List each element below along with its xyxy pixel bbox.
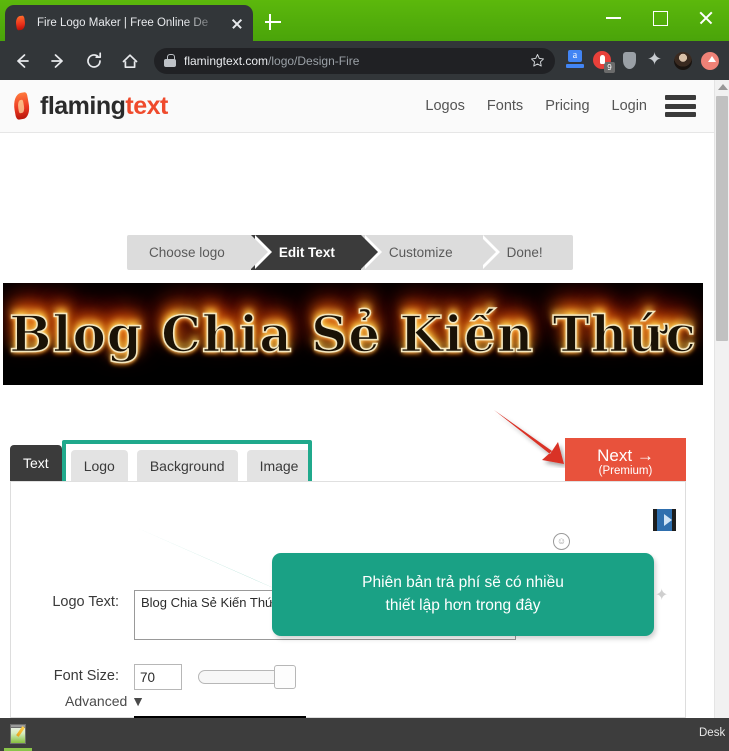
update-menu-icon[interactable] [697, 48, 723, 74]
tab-logo[interactable]: Logo [70, 450, 128, 481]
editor-tabs: Text Logo Background Image [10, 445, 320, 481]
site-logo[interactable]: flamingtext [8, 91, 168, 121]
font-size-row: Font Size: [11, 664, 303, 690]
page-scrollbar[interactable] [714, 80, 729, 718]
lock-icon [164, 54, 176, 67]
forward-arrow-icon [51, 53, 63, 68]
reload-button[interactable] [80, 47, 108, 75]
brand-text-part: text [125, 91, 168, 120]
url-text: flamingtext.com/logo/Design-Fire [184, 54, 524, 68]
video-preview-icon[interactable] [653, 509, 676, 531]
logo-preview-text: Blog Chia Sẻ Kiến Thức [8, 304, 697, 365]
next-button-sublabel: (Premium) [598, 464, 653, 477]
url-domain: flamingtext.com [184, 53, 269, 68]
address-bar[interactable]: flamingtext.com/logo/Design-Fire [154, 47, 555, 74]
next-button-label: Next → [597, 446, 654, 466]
brand-wordmark: flamingtext [40, 92, 168, 121]
nav-item-fonts[interactable]: Fonts [487, 98, 523, 114]
close-tab-icon[interactable] [229, 15, 245, 31]
amazon-extension-icon[interactable] [562, 48, 588, 74]
nav-item-pricing[interactable]: Pricing [545, 98, 589, 114]
home-button[interactable] [116, 47, 144, 75]
browser-titlebar: Fire Logo Maker | Free Online De [0, 0, 729, 41]
flame-logo-icon [8, 91, 34, 121]
browser-toolbar: flamingtext.com/logo/Design-Fire 9 [0, 41, 729, 80]
callout-line-2: thiết lập hơn trong đây [385, 596, 541, 614]
font-size-slider[interactable] [198, 664, 303, 690]
logo-text-label: Logo Text: [52, 594, 119, 610]
smiley-icon[interactable]: ☺ [553, 533, 570, 550]
os-taskbar: Desk [0, 718, 729, 751]
home-icon [122, 53, 138, 68]
shield-extension-icon[interactable] [616, 48, 642, 74]
brand-flaming: flaming [40, 91, 126, 120]
reload-icon [87, 51, 102, 68]
window-close-button[interactable] [683, 0, 729, 34]
scrollbar-thumb[interactable] [716, 96, 728, 341]
forward-button[interactable] [44, 47, 72, 75]
window-controls [591, 0, 729, 34]
hamburger-menu-icon[interactable] [665, 94, 696, 118]
tab-strip: Fire Logo Maker | Free Online De [0, 0, 729, 41]
step-choose-logo[interactable]: Choose logo [127, 235, 272, 270]
callout-line-1: Phiên bản trả phí sẽ có nhiều [362, 574, 564, 592]
extension-icons: 9 [561, 48, 729, 74]
wizard-steps: Choose logo Edit Text Customize Done! [127, 235, 573, 270]
new-tab-button[interactable] [262, 11, 284, 33]
adblock-extension-icon[interactable]: 9 [589, 48, 615, 74]
minimize-button[interactable] [591, 0, 637, 34]
maximize-button[interactable] [637, 0, 683, 34]
tab-title: Fire Logo Maker | Free Online De [37, 17, 209, 29]
font-size-input[interactable] [134, 664, 182, 690]
slider-thumb[interactable] [274, 665, 296, 689]
site-header: flamingtext Logos Fonts Pricing Login [0, 80, 714, 133]
tab-background[interactable]: Background [136, 450, 238, 481]
tab-text[interactable]: Text [10, 445, 62, 481]
site-navigation: Logos Fonts Pricing Login [425, 94, 714, 118]
annotation-callout: Phiên bản trả phí sẽ có nhiều thiết lập … [272, 553, 654, 636]
logo-preview[interactable]: Blog Chia Sẻ Kiến Thức [3, 283, 703, 385]
notepad-icon[interactable] [8, 723, 30, 745]
puzzle-extensions-icon[interactable] [643, 48, 669, 74]
url-path: /logo/Design-Fire [268, 53, 360, 68]
advanced-toggle[interactable]: Advanced ▼ [65, 693, 145, 709]
scroll-up-arrow-icon[interactable] [718, 84, 728, 90]
bookmark-star-icon[interactable] [530, 53, 545, 68]
login-link[interactable]: Login [612, 98, 647, 114]
back-button[interactable] [8, 47, 36, 75]
decorative-star-icon: ✦ [655, 587, 669, 604]
nav-item-logos[interactable]: Logos [425, 98, 465, 114]
profile-avatar-icon[interactable] [670, 48, 696, 74]
tab-image[interactable]: Image [246, 450, 312, 481]
extension-badge-count: 9 [604, 61, 615, 73]
slider-track [198, 670, 286, 684]
back-arrow-icon [17, 53, 29, 68]
font-size-label: Font Size: [53, 668, 119, 684]
screenshot-root: Fire Logo Maker | Free Online De flaming… [0, 0, 729, 751]
taskbar-right-text: Desk [699, 727, 725, 739]
browser-tab[interactable]: Fire Logo Maker | Free Online De [5, 5, 253, 41]
flame-favicon-icon [13, 15, 29, 31]
next-premium-button[interactable]: Next → (Premium) [565, 438, 686, 486]
